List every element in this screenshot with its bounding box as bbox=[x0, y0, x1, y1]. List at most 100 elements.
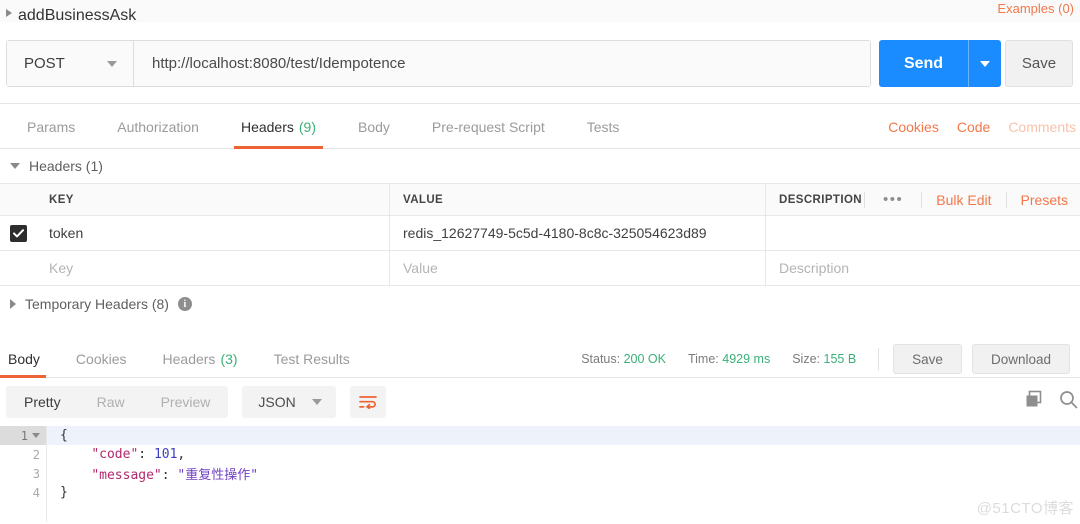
temporary-headers-toggle[interactable]: Temporary Headers (8) i bbox=[0, 286, 1080, 322]
tab-headers[interactable]: Headers (9) bbox=[220, 104, 337, 149]
column-label: VALUE bbox=[403, 193, 444, 206]
bulk-edit-button[interactable]: Bulk Edit bbox=[922, 192, 1005, 208]
tab-label: Body bbox=[8, 351, 40, 367]
word-wrap-icon bbox=[358, 396, 377, 409]
chevron-down-icon bbox=[10, 163, 20, 169]
chevron-down-icon bbox=[107, 60, 117, 67]
tab-params[interactable]: Params bbox=[6, 104, 96, 149]
response-tab-bar: Body Cookies Headers (3) Test Results St… bbox=[0, 340, 1080, 378]
tab-label: Headers bbox=[240, 118, 294, 135]
view-mode-raw[interactable]: Raw bbox=[79, 386, 143, 418]
response-meta: Status: 200 OK Time: 4929 ms Size: 155 B… bbox=[581, 340, 1080, 378]
line-number: 4 bbox=[0, 483, 46, 502]
divider bbox=[878, 348, 880, 370]
more-options-icon[interactable]: ••• bbox=[865, 192, 921, 207]
http-method-select[interactable]: POST bbox=[7, 41, 134, 86]
headers-section-label: Headers (1) bbox=[29, 158, 103, 174]
response-pane: Body Cookies Headers (3) Test Results St… bbox=[0, 340, 1080, 524]
tab-body[interactable]: Body bbox=[337, 104, 411, 149]
header-value-value: redis_12627749-5c5d-4180-8c8c-325054623d… bbox=[403, 225, 707, 241]
save-request-button[interactable]: Save bbox=[1005, 40, 1073, 87]
copy-icon[interactable] bbox=[1024, 390, 1043, 414]
code-token: : bbox=[161, 468, 178, 483]
code-line: 1 { bbox=[0, 426, 1080, 445]
search-icon[interactable] bbox=[1059, 390, 1078, 414]
tab-pre-request-script[interactable]: Pre-request Script bbox=[411, 104, 566, 149]
header-description-input[interactable] bbox=[766, 216, 1080, 250]
word-wrap-toggle-button[interactable] bbox=[349, 386, 386, 418]
code-token: "重复性操作" bbox=[177, 468, 259, 483]
fold-triangle-icon[interactable] bbox=[32, 433, 40, 438]
url-input[interactable]: http://localhost:8080/test/Idempotence bbox=[134, 41, 870, 86]
postman-request-response-view: addBusinessAsk Examples (0) POST http://… bbox=[0, 0, 1080, 524]
format-label: JSON bbox=[258, 394, 296, 410]
chevron-down-icon bbox=[980, 60, 990, 67]
key-placeholder: Key bbox=[49, 260, 74, 276]
request-tab-links: Cookies Code Comments bbox=[888, 104, 1080, 149]
gutter-divider bbox=[46, 426, 47, 522]
code-token: { bbox=[60, 428, 68, 443]
send-button[interactable]: Send bbox=[879, 40, 968, 87]
status-meta: Status: 200 OK bbox=[581, 352, 666, 366]
line-number-label: 1 bbox=[20, 428, 28, 443]
new-header-key-input[interactable]: Key bbox=[36, 251, 390, 285]
tab-tests[interactable]: Tests bbox=[566, 104, 641, 149]
header-key-value: token bbox=[49, 225, 84, 241]
chevron-right-icon bbox=[10, 299, 16, 309]
collapse-triangle-icon[interactable] bbox=[6, 9, 12, 17]
code-line-text: "code": 101, bbox=[46, 447, 185, 462]
view-mode-preview[interactable]: Preview bbox=[143, 386, 229, 418]
request-tab-bar: Params Authorization Headers (9) Body Pr… bbox=[0, 104, 1080, 149]
response-tab-headers[interactable]: Headers (3) bbox=[145, 340, 256, 378]
size-value: 155 B bbox=[823, 352, 857, 366]
download-response-button[interactable]: Download bbox=[971, 344, 1070, 374]
url-bar: POST http://localhost:8080/test/Idempote… bbox=[6, 40, 871, 87]
temporary-headers-label: Temporary Headers (8) bbox=[25, 296, 169, 312]
code-link[interactable]: Code bbox=[957, 119, 990, 135]
presets-button[interactable]: Presets bbox=[1007, 192, 1080, 208]
tab-authorization[interactable]: Authorization bbox=[96, 104, 220, 149]
headers-section-toggle[interactable]: Headers (1) bbox=[0, 149, 1080, 183]
code-line-text: } bbox=[46, 485, 68, 500]
line-number-label: 3 bbox=[32, 466, 40, 481]
response-body-code[interactable]: 1 { 2 "code": 101, 3 "message": "重复性操作" bbox=[0, 426, 1080, 522]
header-key-input[interactable]: token bbox=[36, 216, 390, 250]
response-view-bar: Pretty Raw Preview JSON bbox=[0, 378, 1080, 426]
code-line-text: "message": "重复性操作" bbox=[46, 464, 258, 483]
send-options-button[interactable] bbox=[969, 40, 1001, 87]
chevron-down-icon bbox=[311, 399, 322, 405]
code-token: : bbox=[138, 447, 154, 462]
code-token: , bbox=[177, 447, 186, 462]
table-row-empty: Key Value Description bbox=[0, 251, 1080, 286]
tab-count: (9) bbox=[298, 118, 316, 135]
line-number-label: 4 bbox=[32, 485, 40, 500]
code-line: 2 "code": 101, bbox=[0, 445, 1080, 464]
response-view-mode-group: Pretty Raw Preview bbox=[6, 386, 229, 418]
new-header-value-input[interactable]: Value bbox=[390, 251, 766, 285]
examples-link[interactable]: Examples (0) bbox=[997, 0, 1074, 18]
check-icon bbox=[12, 228, 24, 237]
line-number-label: 2 bbox=[32, 447, 40, 462]
header-value-input[interactable]: redis_12627749-5c5d-4180-8c8c-325054623d… bbox=[390, 216, 766, 250]
save-response-button[interactable]: Save bbox=[893, 344, 962, 374]
response-tab-test-results[interactable]: Test Results bbox=[256, 340, 368, 378]
column-header-key: KEY bbox=[36, 184, 390, 215]
info-icon[interactable]: i bbox=[177, 297, 192, 311]
code-token: "code" bbox=[91, 447, 139, 462]
response-tab-cookies[interactable]: Cookies bbox=[58, 340, 145, 378]
comments-link[interactable]: Comments bbox=[1008, 119, 1076, 135]
column-label: DESCRIPTION bbox=[779, 193, 862, 206]
http-method-label: POST bbox=[24, 55, 65, 72]
cookies-link[interactable]: Cookies bbox=[888, 119, 939, 135]
response-format-select[interactable]: JSON bbox=[242, 386, 336, 418]
request-title-group[interactable]: addBusinessAsk bbox=[0, 0, 136, 22]
response-tab-body[interactable]: Body bbox=[0, 340, 58, 378]
row-checkbox[interactable] bbox=[9, 224, 27, 242]
column-label: KEY bbox=[49, 193, 74, 206]
new-header-description-input[interactable]: Description bbox=[766, 251, 1080, 285]
tab-label: Tests bbox=[586, 118, 620, 135]
tab-label: Body bbox=[358, 118, 390, 135]
time-value: 4929 ms bbox=[722, 352, 771, 366]
view-mode-pretty[interactable]: Pretty bbox=[6, 386, 79, 418]
row-checkbox-cell-empty bbox=[0, 251, 36, 285]
